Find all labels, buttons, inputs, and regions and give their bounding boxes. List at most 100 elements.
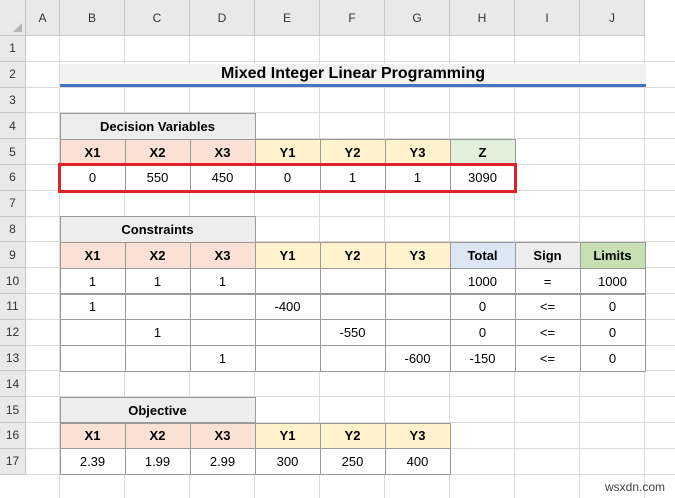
constraints-cell[interactable]: 0	[579, 319, 646, 347]
constraints-cell[interactable]: <=	[514, 319, 581, 347]
constraints-cell[interactable]: 1	[59, 293, 126, 321]
constraints-cell[interactable]: 0	[449, 293, 516, 321]
constraints-header-x3[interactable]: X3	[189, 241, 256, 269]
constraints-cell[interactable]	[254, 267, 321, 295]
constraints-cell[interactable]	[189, 293, 256, 321]
highlight-box	[58, 163, 517, 193]
row-header-11[interactable]: 11	[0, 294, 26, 320]
constraints-heading[interactable]: Constraints	[59, 216, 256, 243]
row-header-13[interactable]: 13	[0, 345, 26, 372]
constraints-header-y3[interactable]: Y3	[384, 241, 451, 269]
constraints-cell[interactable]	[384, 267, 451, 295]
objective-value-y1[interactable]: 300	[254, 448, 321, 476]
row-header-5[interactable]: 5	[0, 139, 26, 165]
constraints-cell[interactable]: <=	[514, 293, 581, 321]
objective-value-x2[interactable]: 1.99	[124, 448, 191, 476]
constraints-cell[interactable]: -150	[449, 345, 516, 372]
select-all-corner[interactable]	[0, 0, 26, 36]
column-header-c[interactable]: C	[125, 0, 190, 36]
row-header-14[interactable]: 14	[0, 371, 26, 398]
objective-header-y1[interactable]: Y1	[254, 422, 321, 450]
objective-value-x3[interactable]: 2.99	[189, 448, 256, 476]
constraints-cell[interactable]: 1000	[579, 267, 646, 295]
gridline-horizontal	[26, 60, 675, 62]
constraints-header-total[interactable]: Total	[449, 241, 516, 269]
row-header-6[interactable]: 6	[0, 165, 26, 191]
decision-header-x3[interactable]: X3	[189, 138, 256, 166]
objective-header-x2[interactable]: X2	[124, 422, 191, 450]
decision-header-z[interactable]: Z	[449, 138, 516, 166]
decision-header-x1[interactable]: X1	[59, 138, 126, 166]
constraints-cell[interactable]: 0	[579, 345, 646, 372]
column-header-a[interactable]: A	[26, 0, 60, 36]
decision-header-y2[interactable]: Y2	[319, 138, 386, 166]
objective-value-y2[interactable]: 250	[319, 448, 386, 476]
constraints-cell[interactable]: -600	[384, 345, 451, 372]
constraints-cell[interactable]	[59, 345, 126, 372]
objective-header-y2[interactable]: Y2	[319, 422, 386, 450]
row-header-2[interactable]: 2	[0, 61, 26, 88]
column-header-d[interactable]: D	[190, 0, 255, 36]
decision-header-y1[interactable]: Y1	[254, 138, 321, 166]
row-header-4[interactable]: 4	[0, 113, 26, 140]
constraints-cell[interactable]	[124, 345, 191, 372]
constraints-cell[interactable]: =	[514, 267, 581, 295]
column-header-j[interactable]: J	[580, 0, 645, 36]
constraints-cell[interactable]: <=	[514, 345, 581, 372]
column-header-e[interactable]: E	[255, 0, 320, 36]
constraints-cell[interactable]	[189, 319, 256, 347]
column-header-f[interactable]: F	[320, 0, 385, 36]
row-header-7[interactable]: 7	[0, 190, 26, 217]
constraints-header-sign[interactable]: Sign	[514, 241, 581, 269]
objective-header-x1[interactable]: X1	[59, 422, 126, 450]
row-header-1[interactable]: 1	[0, 36, 26, 62]
constraints-cell[interactable]: 0	[449, 319, 516, 347]
constraints-cell[interactable]	[124, 293, 191, 321]
constraints-cell[interactable]	[254, 345, 321, 372]
constraints-header-y2[interactable]: Y2	[319, 241, 386, 269]
constraints-cell[interactable]: 1	[124, 267, 191, 295]
decision-variables-heading[interactable]: Decision Variables	[59, 112, 256, 140]
constraints-header-x2[interactable]: X2	[124, 241, 191, 269]
constraints-cell[interactable]	[319, 345, 386, 372]
row-header-12[interactable]: 12	[0, 319, 26, 346]
decision-header-x2[interactable]: X2	[124, 138, 191, 166]
column-header-g[interactable]: G	[385, 0, 450, 36]
constraints-cell[interactable]: 1000	[449, 267, 516, 295]
constraints-cell[interactable]	[59, 319, 126, 347]
row-header-17[interactable]: 17	[0, 448, 26, 475]
column-header-h[interactable]: H	[450, 0, 515, 36]
constraints-cell[interactable]	[384, 293, 451, 321]
column-header-i[interactable]: I	[515, 0, 580, 36]
select-all-triangle-icon	[13, 23, 22, 32]
objective-heading[interactable]: Objective	[59, 396, 256, 424]
constraints-cell[interactable]	[384, 319, 451, 347]
row-header-8[interactable]: 8	[0, 216, 26, 243]
row-header-10[interactable]: 10	[0, 268, 26, 294]
constraints-cell[interactable]	[254, 319, 321, 347]
constraints-header-y1[interactable]: Y1	[254, 241, 321, 269]
column-header-b[interactable]: B	[60, 0, 125, 36]
constraints-header-x1[interactable]: X1	[59, 241, 126, 269]
objective-value-y3[interactable]: 400	[384, 448, 451, 476]
decision-header-y3[interactable]: Y3	[384, 138, 451, 166]
objective-header-x3[interactable]: X3	[189, 422, 256, 450]
constraints-cell[interactable]: 1	[189, 345, 256, 372]
gridline-horizontal	[26, 86, 675, 88]
constraints-cell[interactable]	[319, 267, 386, 295]
constraints-cell[interactable]: 1	[59, 267, 126, 295]
row-header-3[interactable]: 3	[0, 87, 26, 114]
constraints-cell[interactable]	[319, 293, 386, 321]
objective-value-x1[interactable]: 2.39	[59, 448, 126, 476]
constraints-cell[interactable]: -400	[254, 293, 321, 321]
objective-header-y3[interactable]: Y3	[384, 422, 451, 450]
constraints-cell[interactable]: 1	[124, 319, 191, 347]
constraints-header-limits[interactable]: Limits	[579, 241, 646, 269]
title-underline	[60, 83, 646, 87]
row-header-15[interactable]: 15	[0, 397, 26, 423]
constraints-cell[interactable]: 1	[189, 267, 256, 295]
constraints-cell[interactable]: 0	[579, 293, 646, 321]
constraints-cell[interactable]: -550	[319, 319, 386, 347]
row-header-16[interactable]: 16	[0, 423, 26, 449]
row-header-9[interactable]: 9	[0, 242, 26, 269]
